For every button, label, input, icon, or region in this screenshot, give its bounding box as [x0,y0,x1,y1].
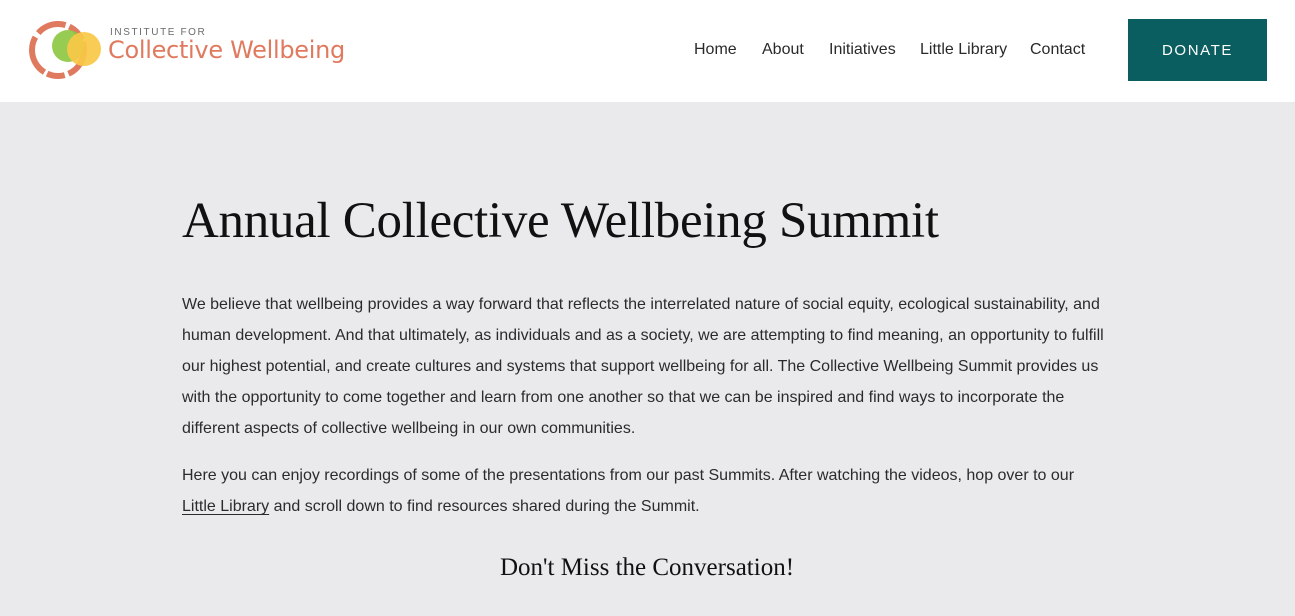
recordings-paragraph: Here you can enjoy recordings of some of… [182,460,1107,522]
section-subheading: Don't Miss the Conversation! [499,554,795,581]
nav-little-library[interactable]: Little Library [920,38,1007,62]
site-header: INSTITUTE FOR Collective Wellbeing Home … [0,0,1295,102]
intro-paragraph: We believe that wellbeing provides a way… [182,296,1104,437]
logo-wordmark: Collective Wellbeing [108,36,345,64]
recordings-text-after: and scroll down to find resources shared… [269,498,700,515]
nav-about[interactable]: About [762,38,804,62]
little-library-link[interactable]: Little Library [182,498,269,515]
nav-contact[interactable]: Contact [1030,38,1085,62]
donate-button[interactable]: DONATE [1128,19,1267,81]
nav-home[interactable]: Home [694,38,737,62]
logo-circles-icon [29,21,101,79]
nav-initiatives[interactable]: Initiatives [829,38,896,62]
recordings-text-before: Here you can enjoy recordings of some of… [182,467,1075,484]
site-logo[interactable]: INSTITUTE FOR Collective Wellbeing [28,16,348,84]
page-title: Annual Collective Wellbeing Summit [182,193,939,249]
